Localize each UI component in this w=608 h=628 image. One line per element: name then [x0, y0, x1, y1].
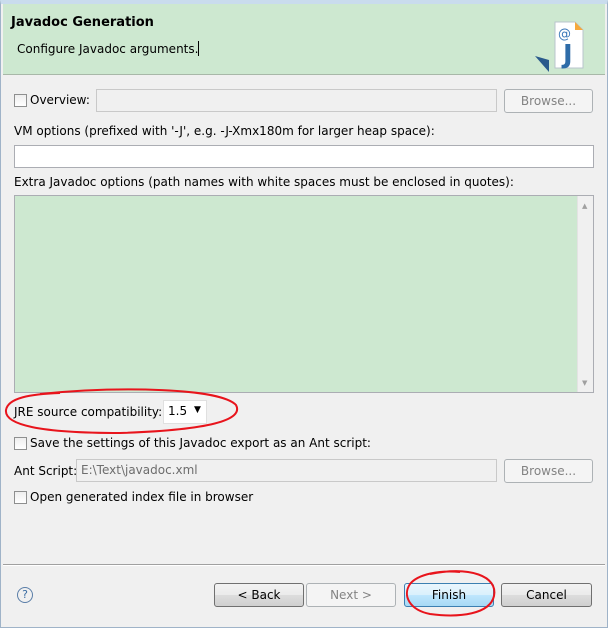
jre-label: JRE source compatibility: [14, 405, 163, 419]
svg-text:J: J [561, 40, 573, 70]
open-index-label: Open generated index file in browser [30, 490, 254, 504]
overview-checkbox[interactable] [14, 94, 27, 107]
cancel-button[interactable]: Cancel [501, 583, 592, 607]
ant-script-label: Ant Script: [14, 464, 78, 478]
back-button[interactable]: < Back [214, 583, 304, 607]
page-title: Javadoc Generation [11, 15, 154, 30]
vm-options-label: VM options (prefixed with '-J', e.g. -J-… [14, 124, 435, 138]
ant-script-input[interactable]: E:\Text\javadoc.xml [76, 459, 497, 482]
text-caret [198, 41, 200, 56]
save-ant-label: Save the settings of this Javadoc export… [30, 436, 371, 450]
overview-input[interactable] [96, 89, 497, 112]
help-icon[interactable]: ? [17, 587, 33, 603]
page-subtitle: Configure Javadoc arguments. [17, 41, 200, 56]
save-ant-checkbox[interactable] [14, 437, 27, 450]
scroll-up-icon[interactable]: ▲ [582, 202, 587, 210]
jre-combo[interactable]: 1.5 ▼ [163, 400, 207, 424]
extra-options-label: Extra Javadoc options (path names with w… [14, 175, 514, 189]
jre-value: 1.5 [168, 404, 188, 418]
vm-options-input[interactable] [14, 145, 594, 168]
footer-separator [3, 564, 605, 566]
chevron-down-icon: ▼ [194, 405, 201, 415]
ant-script-browse-button[interactable]: Browse... [504, 459, 593, 483]
subtitle-text: Configure Javadoc arguments. [17, 42, 199, 56]
overview-browse-button[interactable]: Browse... [504, 89, 593, 113]
javadoc-wizard-icon: @ J [535, 21, 584, 72]
finish-button[interactable]: Finish [404, 583, 494, 607]
vertical-scrollbar[interactable]: ▲ ▼ [577, 196, 593, 392]
overview-label: Overview: [30, 93, 90, 107]
scroll-down-icon[interactable]: ▼ [582, 379, 587, 387]
wizard-header: Javadoc Generation Configure Javadoc arg… [3, 4, 605, 75]
open-index-checkbox[interactable] [14, 491, 27, 504]
next-button[interactable]: Next > [306, 583, 396, 607]
extra-options-textarea[interactable]: ▲ ▼ [14, 195, 594, 393]
